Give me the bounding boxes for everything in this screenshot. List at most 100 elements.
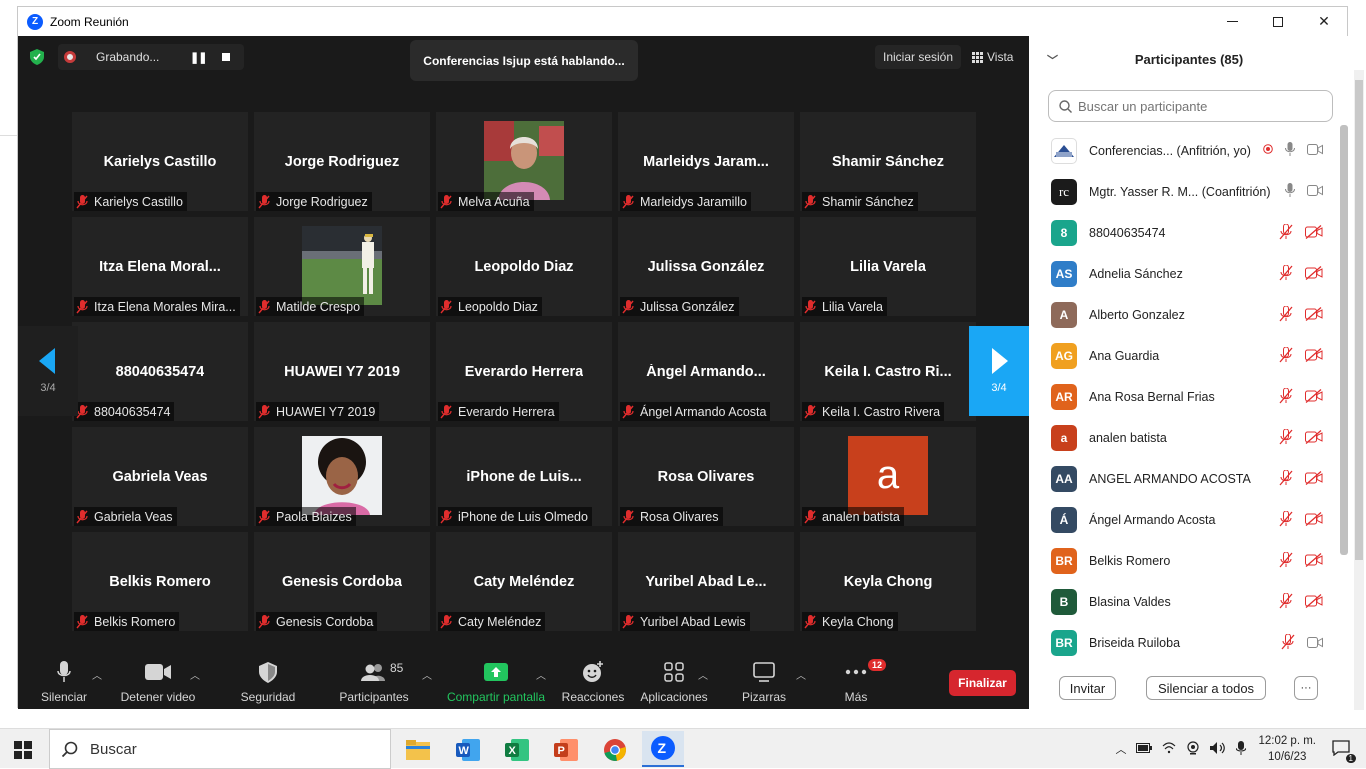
whiteboards-button[interactable]: Pizarras bbox=[734, 653, 794, 709]
taskbar-search-box[interactable]: Buscar bbox=[49, 729, 391, 769]
chrome-icon[interactable] bbox=[594, 733, 636, 767]
powerpoint-icon[interactable]: P bbox=[545, 733, 587, 767]
signin-button[interactable]: Iniciar sesión bbox=[875, 45, 962, 69]
participant-row[interactable]: AR Ana Rosa Bernal Frias bbox=[1029, 376, 1337, 417]
participant-row[interactable]: BR Briseida Ruiloba bbox=[1029, 622, 1337, 662]
next-page-button[interactable]: 3/4 bbox=[969, 326, 1029, 416]
video-camera-icon[interactable] bbox=[1307, 636, 1323, 648]
stop-video-button[interactable]: Detener video bbox=[118, 653, 198, 709]
participant-row[interactable]: Á Ángel Armando Acosta bbox=[1029, 499, 1337, 540]
share-screen-button[interactable]: Compartir pantalla bbox=[446, 653, 546, 709]
muted-mic-icon[interactable] bbox=[1279, 552, 1293, 568]
video-off-icon[interactable] bbox=[1305, 348, 1323, 362]
participant-row[interactable]: rc Mgtr. Yasser R. M... (Coanfitrión) bbox=[1029, 171, 1337, 212]
video-tile[interactable]: Matilde Crespo bbox=[254, 217, 430, 316]
mute-all-button[interactable]: Silenciar a todos bbox=[1146, 676, 1266, 700]
notifications-icon[interactable]: 1 bbox=[1332, 739, 1356, 763]
video-tile[interactable]: a analen batista bbox=[800, 427, 976, 526]
word-icon[interactable]: W bbox=[447, 733, 489, 767]
video-tile[interactable]: Genesis Cordoba Genesis Cordoba bbox=[254, 532, 430, 631]
video-tile[interactable]: Rosa Olivares Rosa Olivares bbox=[618, 427, 794, 526]
video-tile[interactable]: Caty Meléndez Caty Meléndez bbox=[436, 532, 612, 631]
audio-options-chevron-icon[interactable]: ︿ bbox=[92, 667, 102, 682]
video-tile[interactable]: Melva Acuña bbox=[436, 112, 612, 211]
file-explorer-icon[interactable] bbox=[397, 733, 439, 767]
video-tile[interactable]: Keyla Chong Keyla Chong bbox=[800, 532, 976, 631]
participant-search-field[interactable] bbox=[1048, 90, 1333, 122]
muted-mic-icon[interactable] bbox=[1279, 511, 1293, 527]
video-tile[interactable]: 88040635474 88040635474 bbox=[72, 322, 248, 421]
mute-button[interactable]: Silenciar bbox=[40, 653, 88, 709]
participant-row[interactable]: A Alberto Gonzalez bbox=[1029, 294, 1337, 335]
video-tile[interactable]: Leopoldo Diaz Leopoldo Diaz bbox=[436, 217, 612, 316]
participant-row[interactable]: BR Belkis Romero bbox=[1029, 540, 1337, 581]
participant-search-input[interactable] bbox=[1078, 98, 1318, 114]
whiteboards-options-chevron-icon[interactable]: ︿ bbox=[796, 667, 806, 682]
camera-tray-icon[interactable] bbox=[1186, 740, 1200, 758]
video-camera-icon[interactable] bbox=[1307, 184, 1323, 196]
previous-page-button[interactable]: 3/4 bbox=[18, 326, 78, 416]
stop-recording-icon[interactable] bbox=[222, 53, 231, 61]
invite-button[interactable]: Invitar bbox=[1059, 676, 1116, 700]
close-button[interactable]: ✕ bbox=[1301, 7, 1347, 36]
video-off-icon[interactable] bbox=[1305, 594, 1323, 608]
video-tile[interactable]: iPhone de Luis... iPhone de Luis Olmedo bbox=[436, 427, 612, 526]
muted-mic-icon[interactable] bbox=[1279, 347, 1293, 363]
video-off-icon[interactable] bbox=[1305, 512, 1323, 526]
video-off-icon[interactable] bbox=[1305, 430, 1323, 444]
share-options-chevron-icon[interactable]: ︿ bbox=[536, 667, 546, 682]
video-tile[interactable]: Itza Elena Moral... Itza Elena Morales Mi… bbox=[72, 217, 248, 316]
battery-icon[interactable] bbox=[1136, 742, 1153, 756]
participant-row[interactable]: 8 88040635474 bbox=[1029, 212, 1337, 253]
video-off-icon[interactable] bbox=[1305, 389, 1323, 403]
collapse-panel-chevron-icon[interactable]: ﹀ bbox=[1047, 52, 1058, 68]
wifi-icon[interactable] bbox=[1162, 741, 1176, 757]
clock[interactable]: 12:02 p. m. 10/6/23 bbox=[1258, 733, 1316, 765]
microphone-icon[interactable] bbox=[1285, 183, 1295, 197]
video-tile[interactable]: Jorge Rodriguez Jorge Rodriguez bbox=[254, 112, 430, 211]
video-tile[interactable]: Marleidys Jaram... Marleidys Jaramillo bbox=[618, 112, 794, 211]
zoom-taskbar-icon[interactable]: Z bbox=[642, 731, 684, 767]
windows-start-icon[interactable] bbox=[14, 741, 32, 764]
participants-scrollbar[interactable] bbox=[1340, 125, 1348, 555]
tray-chevron-up-icon[interactable]: ︿ bbox=[1115, 741, 1126, 757]
participant-row[interactable]: a analen batista bbox=[1029, 417, 1337, 458]
muted-mic-icon[interactable] bbox=[1279, 265, 1293, 281]
encryption-shield-icon[interactable] bbox=[26, 46, 48, 68]
video-off-icon[interactable] bbox=[1305, 553, 1323, 567]
participant-row[interactable]: AG Ana Guardia bbox=[1029, 335, 1337, 376]
microphone-tray-icon[interactable] bbox=[1235, 740, 1247, 758]
video-camera-icon[interactable] bbox=[1307, 143, 1323, 155]
microphone-icon[interactable] bbox=[1285, 142, 1295, 156]
muted-mic-icon[interactable] bbox=[1279, 593, 1293, 609]
muted-mic-icon[interactable] bbox=[1279, 388, 1293, 404]
end-meeting-button[interactable]: Finalizar bbox=[949, 670, 1016, 696]
excel-icon[interactable]: X bbox=[496, 733, 538, 767]
muted-mic-icon[interactable] bbox=[1279, 224, 1293, 240]
volume-icon[interactable] bbox=[1210, 741, 1226, 757]
video-tile[interactable]: Gabriela Veas Gabriela Veas bbox=[72, 427, 248, 526]
participant-row[interactable]: AA ANGEL ARMANDO ACOSTA bbox=[1029, 458, 1337, 499]
participant-row[interactable]: AS Adnelia Sánchez bbox=[1029, 253, 1337, 294]
video-tile[interactable]: Julissa González Julissa González bbox=[618, 217, 794, 316]
video-tile[interactable]: Karielys Castillo Karielys Castillo bbox=[72, 112, 248, 211]
security-button[interactable]: Seguridad bbox=[238, 653, 298, 709]
muted-mic-icon[interactable] bbox=[1279, 470, 1293, 486]
muted-mic-icon[interactable] bbox=[1279, 306, 1293, 322]
video-tile[interactable]: Belkis Romero Belkis Romero bbox=[72, 532, 248, 631]
video-tile[interactable]: Shamir Sánchez Shamir Sánchez bbox=[800, 112, 976, 211]
participants-options-chevron-icon[interactable]: ︿ bbox=[422, 667, 432, 682]
muted-mic-icon[interactable] bbox=[1279, 429, 1293, 445]
view-button[interactable]: Vista bbox=[966, 45, 1019, 69]
video-tile[interactable]: Lilia Varela Lilia Varela bbox=[800, 217, 976, 316]
participant-row[interactable]: B Blasina Valdes bbox=[1029, 581, 1337, 622]
participant-row[interactable]: Conferencias... (Anfitrión, yo) bbox=[1029, 130, 1337, 171]
reactions-button[interactable]: Reacciones bbox=[562, 653, 624, 709]
video-off-icon[interactable] bbox=[1305, 225, 1323, 239]
video-tile[interactable]: Yuribel Abad Le... Yuribel Abad Lewis bbox=[618, 532, 794, 631]
video-tile[interactable]: Paola Blaizes bbox=[254, 427, 430, 526]
minimize-button[interactable] bbox=[1209, 7, 1255, 36]
video-tile[interactable]: Ángel Armando... Ángel Armando Acosta bbox=[618, 322, 794, 421]
video-off-icon[interactable] bbox=[1305, 471, 1323, 485]
pause-recording-icon[interactable]: ❚❚ bbox=[190, 51, 207, 64]
